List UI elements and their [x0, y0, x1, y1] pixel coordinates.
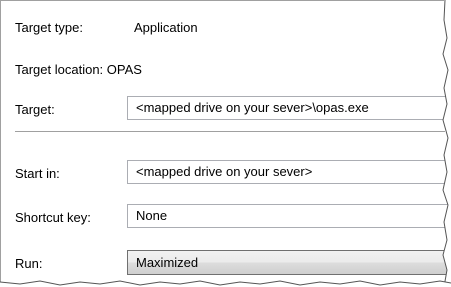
target-location-value: OPAS	[106, 62, 142, 77]
shortcut-properties-panel: Target type: Application Target location…	[0, 0, 451, 287]
shortcut-key-label: Shortcut key:	[15, 210, 91, 225]
torn-edge-bottom	[0, 280, 451, 287]
section-separator	[15, 131, 445, 132]
run-dropdown[interactable]: Maximized	[127, 250, 451, 275]
target-type-label: Target type:	[15, 20, 83, 35]
torn-edge-right	[442, 0, 451, 287]
target-type-value: Application	[134, 20, 198, 35]
start-in-field[interactable]: <mapped drive on your sever>	[127, 160, 451, 184]
target-label: Target:	[15, 102, 55, 117]
target-field[interactable]: <mapped drive on your sever>\opas.exe	[127, 96, 451, 120]
target-location-label-text: Target location:	[15, 62, 104, 77]
start-in-label: Start in:	[15, 166, 60, 181]
target-location-label: Target location: OPAS	[15, 62, 142, 77]
panel-border	[0, 0, 444, 286]
shortcut-key-field[interactable]: None	[127, 204, 451, 228]
run-label: Run:	[15, 256, 43, 271]
